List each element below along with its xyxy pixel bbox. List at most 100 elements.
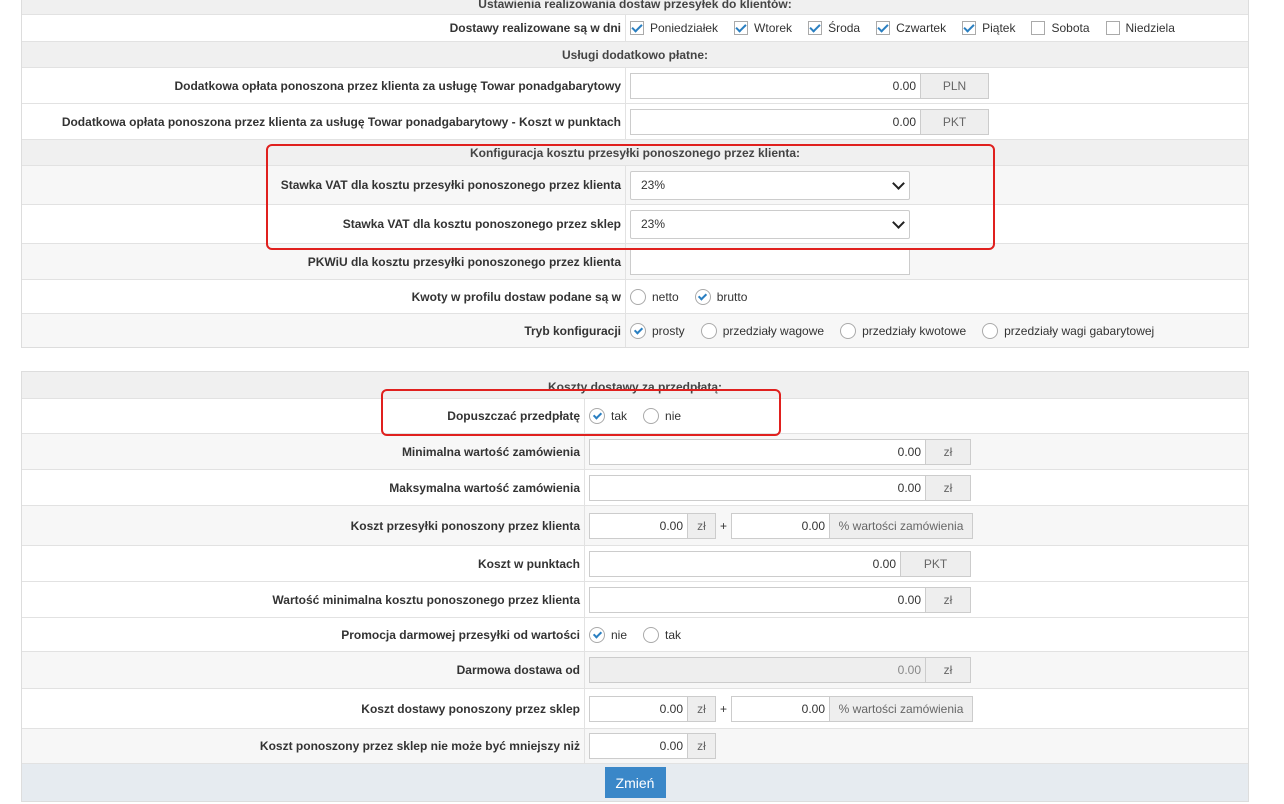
points-input[interactable]: 0.00	[589, 550, 901, 577]
points-row: Koszt w punktach 0.00 PKT	[22, 545, 1248, 581]
checkbox[interactable]	[734, 21, 749, 35]
radio[interactable]	[630, 288, 646, 305]
checkbox[interactable]	[1105, 21, 1120, 35]
mode-option-label: przedziały kwotowe	[862, 323, 967, 338]
mode-label: Tryb konfiguracji	[22, 314, 626, 347]
delivery-days-label: Dostawy realizowane są w dni	[22, 15, 626, 41]
section-header: Ustawienia realizowania dostaw przesyłek…	[22, 0, 1248, 14]
delivery-day-option[interactable]: Piątek	[962, 21, 1015, 35]
delivery-day-option[interactable]: Środa	[808, 21, 860, 35]
prepay-option-label: nie	[665, 409, 682, 423]
promo-option[interactable]: tak	[643, 626, 681, 643]
vat-shop-row: Stawka VAT dla kosztu ponoszonego przez …	[22, 204, 1248, 243]
radio[interactable]	[589, 408, 605, 424]
delivery-day-option[interactable]: Sobota	[1031, 21, 1090, 35]
free-delivery-input[interactable]: 0.00	[589, 657, 926, 683]
section-title: Ustawienia realizowania dostaw przesyłek…	[478, 0, 792, 11]
vat-shop-value: 23%	[641, 217, 666, 231]
points-unit: PKT	[901, 550, 971, 577]
mode-option[interactable]: przedziały wagi gabarytowej	[982, 322, 1154, 339]
amounts-row: Kwoty w profilu dostaw podane są w netto…	[22, 279, 1248, 313]
oversize-fee-input[interactable]: 0.00	[630, 72, 921, 99]
radio[interactable]	[840, 322, 857, 339]
max-order-label: Maksymalna wartość zamówienia	[22, 470, 585, 505]
shop-cost-row: Koszt dostawy ponoszony przez sklep 0.00…	[22, 688, 1248, 728]
submit-row: Zmień	[22, 763, 1248, 801]
delivery-day-option-label: Sobota	[1051, 21, 1090, 35]
points-label: Koszt w punktach	[22, 546, 585, 581]
section-header: Konfiguracja kosztu przesyłki ponoszoneg…	[22, 139, 1248, 165]
section-header: Koszty dostawy za przedpłatą:	[22, 372, 1248, 398]
prepay-option[interactable]: tak	[589, 408, 627, 424]
chevron-down-icon	[892, 215, 905, 229]
prepay-row: Dopuszczać przedpłatę tak nie	[22, 398, 1248, 433]
prepayment-title: Koszty dostawy za przedpłatą:	[547, 380, 723, 394]
vat-client-label: Stawka VAT dla kosztu przesyłki ponoszon…	[22, 166, 626, 204]
shop-cost-pct-input[interactable]: 0.00	[731, 695, 831, 722]
shop-cost-input[interactable]: 0.00	[589, 695, 688, 722]
max-order-input[interactable]: 0.00	[589, 474, 926, 501]
shop-cost-label: Koszt dostawy ponoszony przez sklep	[22, 689, 585, 728]
shop-min-input[interactable]: 0.00	[589, 733, 688, 759]
delivery-day-option[interactable]: Wtorek	[734, 21, 792, 35]
oversize-points-unit: PKT	[921, 108, 989, 135]
delivery-day-option[interactable]: Poniedziałek	[630, 21, 718, 35]
prepay-option[interactable]: nie	[643, 408, 681, 424]
amounts-option[interactable]: brutto	[694, 288, 747, 305]
mode-option[interactable]: przedziały wagowe	[700, 322, 825, 339]
client-cost-pct-input[interactable]: 0.00	[731, 512, 831, 539]
prepay-options: tak nie	[585, 399, 697, 433]
oversize-points-label: Dodatkowa opłata ponoszona przez klienta…	[22, 104, 626, 139]
mode-row: Tryb konfiguracji prosty przedziały wagow…	[22, 313, 1248, 347]
radio[interactable]	[700, 322, 717, 339]
section-header: Usługi dodatkowo płatne:	[22, 41, 1248, 67]
min-order-unit: zł	[926, 438, 971, 465]
delivery-day-option-label: Środa	[828, 21, 861, 35]
vat-client-value: 23%	[641, 178, 666, 192]
checkbox[interactable]	[808, 21, 823, 35]
mode-option[interactable]: prosty	[630, 322, 685, 339]
promo-options: nie tak	[585, 618, 697, 651]
delivery-days-row: Dostawy realizowane są w dni Poniedziałe…	[22, 14, 1248, 41]
oversize-points-input[interactable]: 0.00	[630, 108, 921, 135]
free-delivery-row: Darmowa dostawa od 0.00 zł	[22, 651, 1248, 688]
delivery-day-option[interactable]: Czwartek	[876, 21, 946, 35]
min-order-input[interactable]: 0.00	[589, 438, 926, 465]
promo-label: Promocja darmowej przesyłki od wartości	[22, 618, 585, 651]
max-order-unit: zł	[926, 474, 971, 501]
client-cost-input[interactable]: 0.00	[589, 512, 688, 539]
checkbox[interactable]	[1031, 21, 1046, 35]
radio[interactable]	[630, 322, 646, 339]
vat-shop-select[interactable]: 23%	[630, 209, 910, 239]
min-client-unit: zł	[926, 586, 971, 613]
radio[interactable]	[643, 408, 660, 424]
amounts-options: netto brutto	[626, 280, 763, 313]
oversize-fee-label: Dodatkowa opłata ponoszona przez klienta…	[22, 68, 626, 103]
delivery-day-option-label: Poniedziałek	[650, 21, 719, 35]
checkbox[interactable]	[962, 21, 977, 35]
radio[interactable]	[589, 626, 605, 643]
max-order-row: Maksymalna wartość zamówienia 0.00 zł	[22, 469, 1248, 505]
promo-option[interactable]: nie	[589, 626, 627, 643]
submit-button[interactable]: Zmień	[604, 767, 666, 798]
checkbox[interactable]	[876, 21, 891, 35]
checkbox[interactable]	[630, 21, 644, 35]
amounts-option[interactable]: netto	[630, 288, 679, 305]
pkwiu-input[interactable]	[630, 248, 910, 275]
shop-cost-unit: zł	[688, 695, 716, 722]
min-client-input[interactable]: 0.00	[589, 586, 926, 613]
vat-client-select[interactable]: 23%	[630, 170, 910, 200]
free-delivery-unit: zł	[926, 657, 971, 683]
radio[interactable]	[982, 322, 999, 339]
mode-option[interactable]: przedziały kwotowe	[840, 322, 967, 339]
delivery-settings-table: Ustawienia realizowania dostaw przesyłek…	[21, 0, 1249, 348]
mode-options: prosty przedziały wagowe przedziały kwotow…	[626, 314, 1170, 347]
delivery-day-option-label: Wtorek	[754, 21, 793, 35]
vat-shop-label: Stawka VAT dla kosztu ponoszonego przez …	[22, 205, 626, 243]
mode-option-label: przedziały wagowe	[722, 323, 825, 338]
radio[interactable]	[694, 288, 711, 305]
delivery-day-option-label: Niedziela	[1125, 21, 1175, 35]
delivery-day-option[interactable]: Niedziela	[1105, 21, 1175, 35]
free-delivery-label: Darmowa dostawa od	[22, 652, 585, 688]
radio[interactable]	[643, 626, 660, 643]
